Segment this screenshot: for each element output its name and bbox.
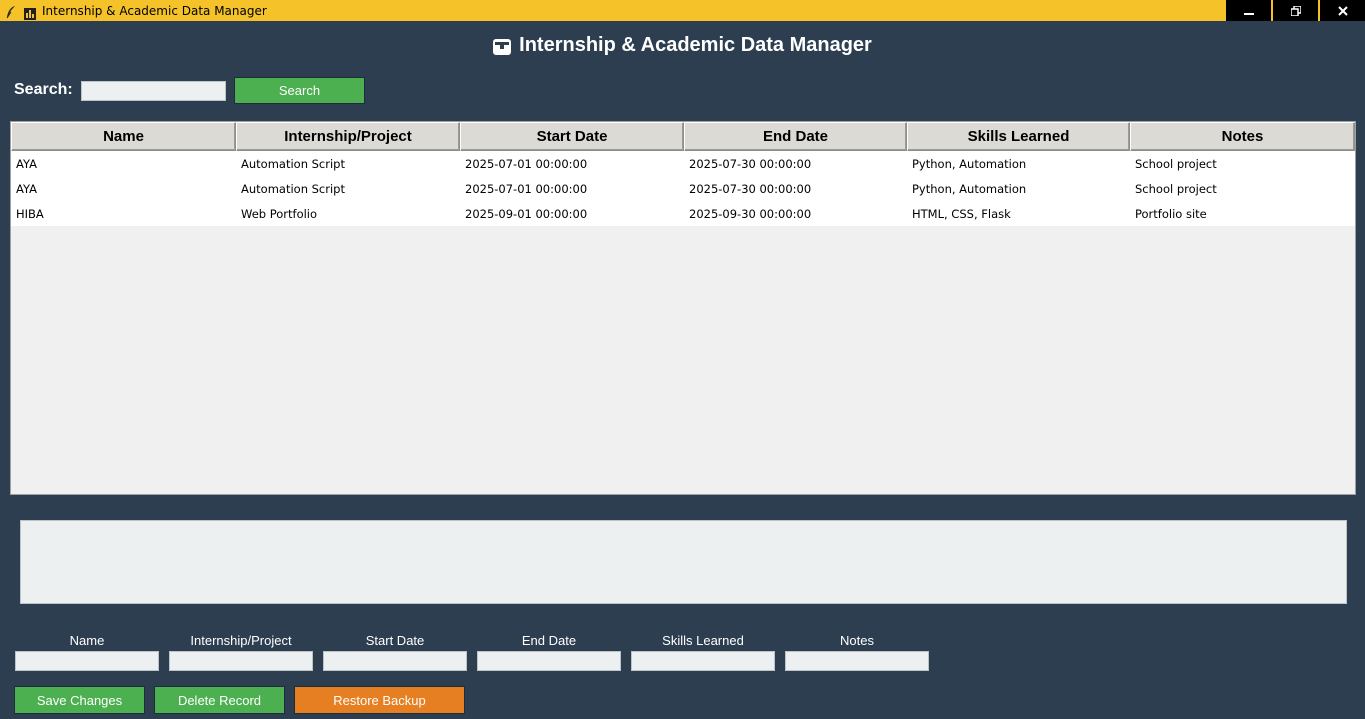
- cell-name: AYA: [16, 181, 37, 196]
- cell-start-date: 2025-07-01 00:00:00: [465, 156, 588, 171]
- cell-skills-learned: Python, Automation: [912, 156, 1027, 171]
- column-header-skills-learned[interactable]: Skills Learned: [907, 122, 1130, 151]
- close-button[interactable]: [1320, 0, 1365, 21]
- table-row[interactable]: HIBA Web Portfolio 2025-09-01 00:00:00 2…: [11, 201, 1355, 226]
- cell-skills-learned: HTML, CSS, Flask: [912, 206, 1011, 221]
- column-header-start-date[interactable]: Start Date: [460, 122, 684, 151]
- column-header-notes[interactable]: Notes: [1130, 122, 1355, 151]
- restore-icon: [1290, 5, 1301, 16]
- column-header-name[interactable]: Name: [11, 122, 236, 151]
- window-titlebar[interactable]: Internship & Academic Data Manager: [0, 0, 1365, 21]
- table-header: Name Internship/Project Start Date End D…: [11, 122, 1355, 151]
- window-controls: [1226, 0, 1365, 21]
- details-text-area[interactable]: [20, 520, 1347, 604]
- cell-name: AYA: [16, 156, 37, 171]
- restore-button[interactable]: [1273, 0, 1318, 21]
- name-field[interactable]: [15, 651, 159, 671]
- page-title-text: Internship & Academic Data Manager: [519, 34, 872, 56]
- form-label-internship-project: Internship/Project: [190, 633, 292, 648]
- cell-end-date: 2025-09-30 00:00:00: [689, 206, 812, 221]
- briefcase-icon: [493, 37, 512, 55]
- minimize-button[interactable]: [1226, 0, 1271, 21]
- cell-internship-project: Automation Script: [241, 156, 345, 171]
- cell-end-date: 2025-07-30 00:00:00: [689, 181, 812, 196]
- cell-internship-project: Automation Script: [241, 181, 345, 196]
- cell-skills-learned: Python, Automation: [912, 181, 1027, 196]
- cell-end-date: 2025-07-30 00:00:00: [689, 156, 812, 171]
- window-title: Internship & Academic Data Manager: [42, 3, 267, 18]
- cell-start-date: 2025-09-01 00:00:00: [465, 206, 588, 221]
- form-label-skills-learned: Skills Learned: [662, 633, 744, 648]
- cell-notes: Portfolio site: [1135, 206, 1207, 221]
- start-date-field[interactable]: [323, 651, 467, 671]
- feather-icon: [5, 4, 17, 18]
- end-date-field[interactable]: [477, 651, 621, 671]
- form-label-notes: Notes: [840, 633, 874, 648]
- restore-backup-button[interactable]: Restore Backup: [294, 686, 465, 714]
- cell-name: HIBA: [16, 206, 44, 221]
- search-button[interactable]: Search: [234, 77, 365, 104]
- search-input[interactable]: [81, 81, 226, 101]
- form-label-start-date: Start Date: [365, 633, 425, 648]
- skills-learned-field[interactable]: [631, 651, 775, 671]
- column-header-end-date[interactable]: End Date: [684, 122, 907, 151]
- cell-notes: School project: [1135, 181, 1217, 196]
- table-row[interactable]: AYA Automation Script 2025-07-01 00:00:0…: [11, 176, 1355, 201]
- internship-project-field[interactable]: [169, 651, 313, 671]
- records-table[interactable]: Name Internship/Project Start Date End D…: [10, 121, 1356, 495]
- notes-field[interactable]: [785, 651, 929, 671]
- cell-notes: School project: [1135, 156, 1217, 171]
- form-label-end-date: End Date: [521, 633, 577, 648]
- search-label: Search:: [14, 81, 73, 98]
- form-label-name: Name: [69, 633, 105, 648]
- delete-record-button[interactable]: Delete Record: [154, 686, 285, 714]
- close-icon: [1337, 5, 1348, 16]
- cell-start-date: 2025-07-01 00:00:00: [465, 181, 588, 196]
- cell-internship-project: Web Portfolio: [241, 206, 318, 221]
- page-title: Internship & Academic Data Manager: [0, 34, 1365, 57]
- save-changes-button[interactable]: Save Changes: [14, 686, 145, 714]
- minimize-icon: [1243, 12, 1254, 15]
- column-header-internship-project[interactable]: Internship/Project: [236, 122, 460, 151]
- table-row[interactable]: AYA Automation Script 2025-07-01 00:00:0…: [11, 151, 1355, 176]
- bar-chart-icon: [24, 5, 36, 20]
